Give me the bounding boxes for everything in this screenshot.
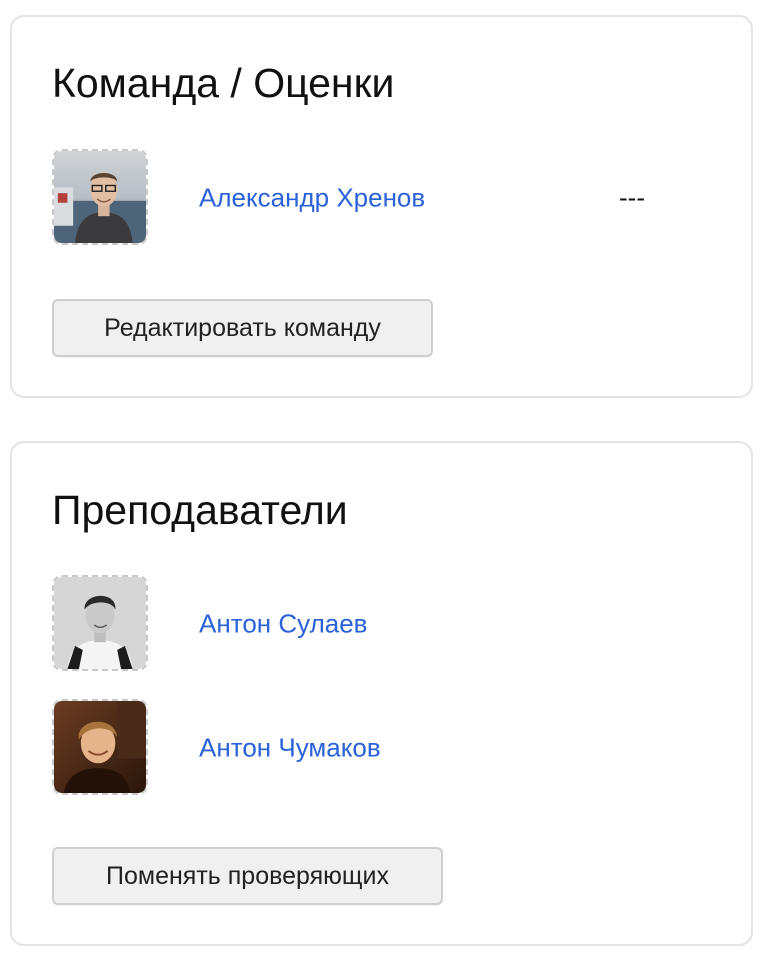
- teacher-row: Антон Сулаев: [52, 575, 712, 673]
- user-photo-icon[interactable]: [52, 699, 148, 795]
- member-score: ---: [619, 182, 645, 213]
- user-photo-icon[interactable]: [52, 149, 148, 245]
- team-member-row: Александр Хренов ---: [52, 149, 712, 247]
- teacher-row: Антон Чумаков: [52, 699, 712, 797]
- change-reviewers-button[interactable]: Поменять проверяющих: [52, 847, 443, 905]
- team-card: Команда / Оценки Александр Хренов --- Ре…: [10, 15, 753, 398]
- member-name-link[interactable]: Александр Хренов: [199, 183, 425, 214]
- teachers-card: Преподаватели Антон Сулаев Антон Чумаков…: [10, 441, 753, 946]
- teachers-card-title: Преподаватели: [52, 487, 348, 533]
- edit-team-button[interactable]: Редактировать команду: [52, 299, 433, 357]
- team-card-title: Команда / Оценки: [52, 60, 395, 106]
- teacher-name-link[interactable]: Антон Сулаев: [199, 609, 367, 640]
- teacher-name-link[interactable]: Антон Чумаков: [199, 733, 381, 764]
- user-photo-icon[interactable]: [52, 575, 148, 671]
